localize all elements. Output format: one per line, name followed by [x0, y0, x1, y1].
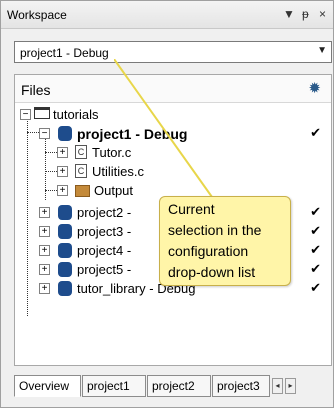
project-icon	[58, 262, 72, 277]
tab-scroll-left-icon[interactable]: ◂	[272, 378, 283, 394]
close-icon[interactable]: ×	[319, 7, 326, 21]
gear-icon[interactable]: ✹	[308, 79, 321, 97]
collapse-toggle-icon[interactable]: −	[39, 128, 50, 139]
configuration-value: project1 - Debug	[20, 46, 109, 60]
check-icon: ✔	[310, 242, 321, 257]
collapse-toggle-icon[interactable]: −	[20, 109, 31, 120]
tab-project2[interactable]: project2	[147, 375, 211, 397]
folder-icon	[75, 185, 90, 197]
tab-overview[interactable]: Overview	[14, 375, 81, 397]
window-title: Workspace	[7, 8, 67, 22]
c-file-icon: C	[75, 145, 87, 159]
check-icon: ✔	[310, 280, 321, 295]
files-header-label: Files	[21, 82, 51, 98]
tree-item-label: project2 -	[77, 205, 132, 220]
expand-toggle-icon[interactable]: +	[57, 147, 68, 158]
check-icon: ✔	[310, 125, 321, 140]
tree-item-label: project5 -	[77, 262, 132, 277]
tree-item-label: project3 -	[77, 224, 132, 239]
tab-bar: Overview project1 project2 project3 ◂ ▸	[14, 375, 332, 399]
project-icon	[58, 281, 72, 296]
callout-line: selection in the	[168, 222, 262, 238]
tab-project1[interactable]: project1	[82, 375, 146, 397]
tab-scroll-right-icon[interactable]: ▸	[285, 378, 296, 394]
callout-line: drop-down list	[168, 264, 256, 280]
expand-toggle-icon[interactable]: +	[39, 264, 50, 275]
callout-box: Current selection in the configuration d…	[159, 196, 291, 286]
expand-toggle-icon[interactable]: +	[57, 166, 68, 177]
project-icon	[58, 224, 72, 239]
project-icon	[58, 205, 72, 220]
workspace-icon	[34, 107, 50, 119]
expand-toggle-icon[interactable]: +	[57, 185, 68, 196]
callout-line: configuration	[168, 243, 249, 259]
check-icon: ✔	[310, 204, 321, 219]
expand-toggle-icon[interactable]: +	[39, 283, 50, 294]
dropdown-menu-icon[interactable]: ▼	[283, 7, 295, 21]
expand-toggle-icon[interactable]: +	[39, 226, 50, 237]
pin-icon[interactable]: ᵽ	[302, 7, 309, 21]
tree-item-label: tutorials	[53, 107, 99, 122]
tree-item-label: project4 -	[77, 243, 132, 258]
callout-line: Current	[168, 201, 215, 217]
check-icon: ✔	[310, 261, 321, 276]
project-icon	[58, 126, 72, 141]
project-icon	[58, 243, 72, 258]
expand-toggle-icon[interactable]: +	[39, 245, 50, 256]
chevron-down-icon[interactable]: ▼	[317, 45, 327, 56]
expand-toggle-icon[interactable]: +	[39, 207, 50, 218]
tab-project3[interactable]: project3	[212, 375, 270, 397]
workspace-window: Workspace ▼ ᵽ × project1 - Debug ▼ Files…	[0, 0, 334, 408]
c-file-icon: C	[75, 164, 87, 178]
callout-pointer	[114, 59, 213, 198]
check-icon: ✔	[310, 223, 321, 238]
window-titlebar: Workspace ▼ ᵽ ×	[1, 1, 333, 29]
